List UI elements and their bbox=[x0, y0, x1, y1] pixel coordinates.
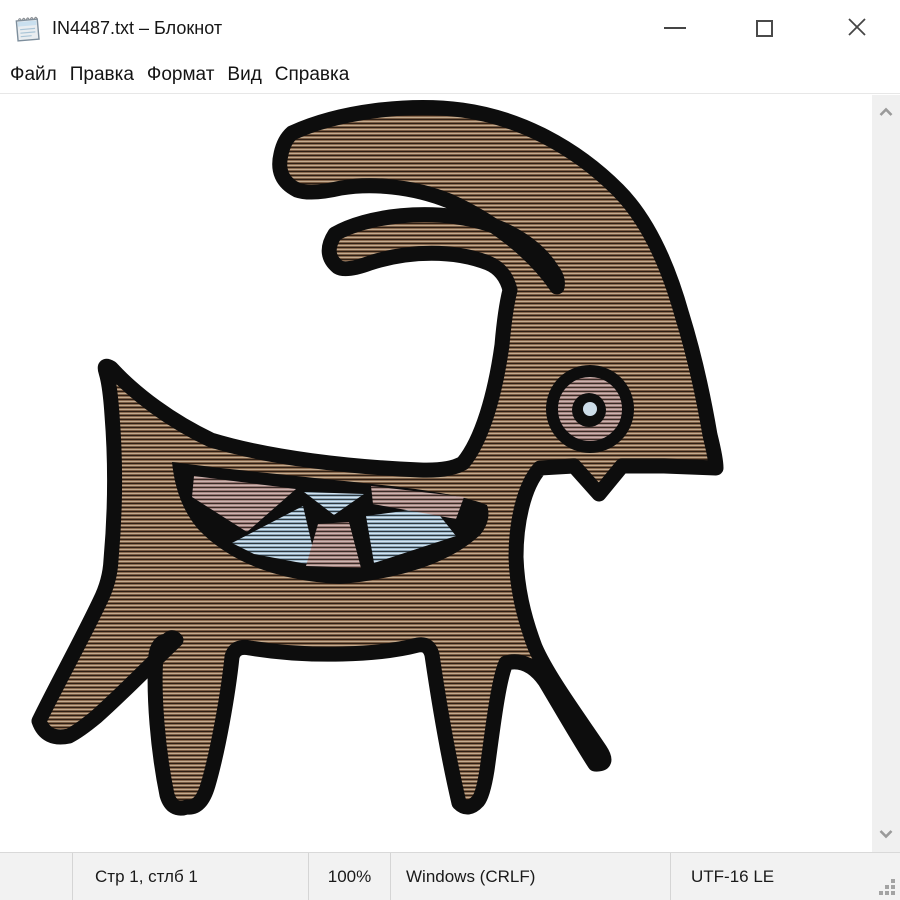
close-button[interactable] bbox=[826, 0, 888, 56]
maximize-button[interactable] bbox=[733, 0, 795, 56]
resize-grip-icon[interactable] bbox=[879, 879, 895, 895]
vertical-scrollbar[interactable] bbox=[872, 95, 900, 852]
minimize-button[interactable] bbox=[644, 0, 706, 56]
scroll-up-icon[interactable] bbox=[879, 107, 892, 120]
menu-item-help[interactable]: Справка bbox=[275, 56, 350, 94]
goat-body bbox=[39, 108, 716, 809]
notepad-window: IN4487.txt – Блокнот Файл Правка Формат … bbox=[0, 0, 900, 900]
notepad-icon bbox=[13, 13, 43, 43]
menu-item-view[interactable]: Вид bbox=[227, 56, 261, 94]
minimize-icon bbox=[664, 27, 686, 29]
maximize-icon bbox=[756, 20, 773, 37]
status-cursor-position: Стр 1, стлб 1 bbox=[72, 853, 308, 900]
close-icon bbox=[847, 17, 867, 40]
statusbar: Стр 1, стлб 1 100% Windows (CRLF) UTF-16… bbox=[0, 852, 900, 900]
status-encoding: UTF-16 LE bbox=[670, 853, 900, 900]
status-spacer bbox=[0, 853, 72, 900]
status-zoom-level: 100% bbox=[308, 853, 390, 900]
menu-item-format[interactable]: Формат bbox=[147, 56, 215, 94]
status-line-ending: Windows (CRLF) bbox=[390, 853, 670, 900]
menu-item-edit[interactable]: Правка bbox=[70, 56, 134, 94]
menubar: Файл Правка Формат Вид Справка bbox=[0, 56, 900, 94]
window-title: IN4487.txt – Блокнот bbox=[52, 0, 222, 56]
text-area[interactable] bbox=[0, 95, 900, 852]
scroll-down-icon[interactable] bbox=[879, 829, 892, 842]
text-art-figure bbox=[0, 95, 872, 852]
goat-eye-pupil bbox=[583, 402, 597, 416]
menu-item-file[interactable]: Файл bbox=[10, 56, 57, 94]
titlebar: IN4487.txt – Блокнот bbox=[0, 0, 900, 56]
